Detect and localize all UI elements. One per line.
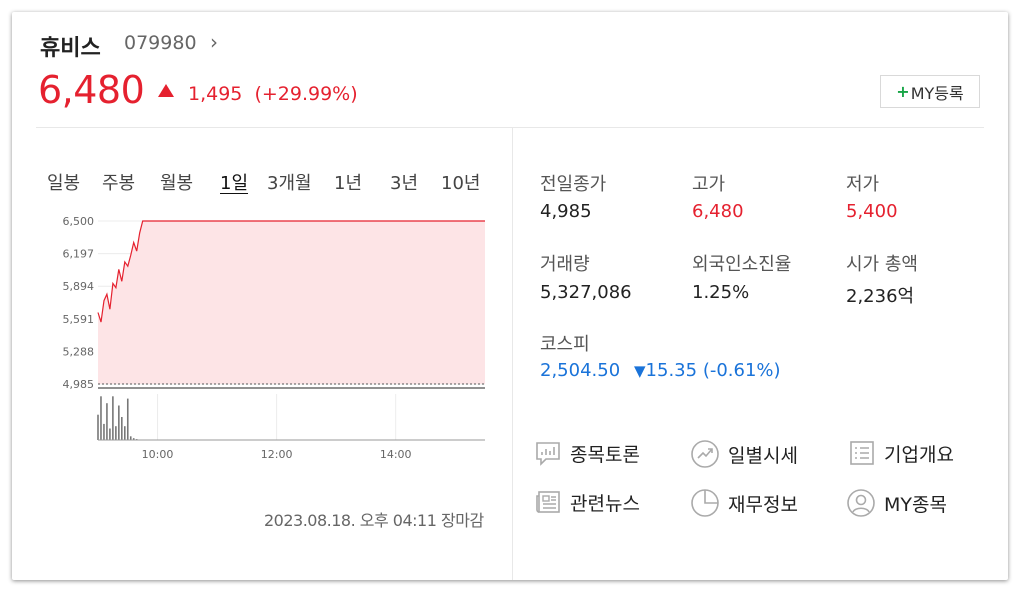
info-value-foreign-ratio: 1.25% xyxy=(692,282,750,303)
tab-daily[interactable]: 일봉 xyxy=(47,169,80,195)
link-related-news-label: 관련뉴스 xyxy=(570,492,640,515)
my-register-label: MY등록 xyxy=(910,83,964,103)
chevron-right-icon[interactable]: › xyxy=(210,30,218,54)
kospi-change: ▼15.35 (-0.61%) xyxy=(634,360,781,381)
current-price: 6,480 xyxy=(38,68,145,112)
pie-chart-icon xyxy=(691,489,719,517)
tab-3year[interactable]: 3년 xyxy=(390,169,418,195)
news-icon xyxy=(536,491,560,513)
stock-name[interactable]: 휴비스 xyxy=(40,30,101,62)
info-label-foreign-ratio: 외국인소진율 xyxy=(692,254,792,275)
tab-monthly[interactable]: 월봉 xyxy=(160,169,193,195)
kospi-value: 2,504.50 xyxy=(540,360,621,381)
up-triangle-icon xyxy=(158,84,174,97)
header-divider xyxy=(36,127,984,128)
tab-1year[interactable]: 1년 xyxy=(334,169,362,195)
plus-icon: + xyxy=(896,82,910,101)
kospi-change-amount: 15.35 xyxy=(645,360,698,381)
change-amount: 1,495 xyxy=(188,83,243,105)
x-tick-label: 12:00 xyxy=(261,448,293,461)
info-label-low: 저가 xyxy=(846,174,880,195)
tab-3month[interactable]: 3개월 xyxy=(267,169,312,195)
user-icon xyxy=(847,489,875,517)
link-daily-quotes-label: 일별시세 xyxy=(728,444,798,467)
market-close-timestamp: 2023.08.18. 오후 04:11 장마감 xyxy=(264,511,484,530)
info-value-volume: 5,327,086 xyxy=(540,282,632,303)
link-discussion[interactable]: 종목토론 xyxy=(534,439,640,467)
stock-card: 휴비스 079980 › 6,480 1,495 (+29.99%) + MY등… xyxy=(12,12,1008,580)
info-value-prev-close: 4,985 xyxy=(540,201,592,222)
price-change: 1,495 (+29.99%) xyxy=(188,83,358,105)
my-register-button[interactable]: + MY등록 xyxy=(880,75,980,108)
intraday-chart: 6,500 6,197 5,894 5,591 5,288 4,985 10:00 12:00… xyxy=(63,215,485,461)
link-my-stocks-label: MY종목 xyxy=(884,493,947,516)
price-area-fill xyxy=(98,221,485,384)
link-financial-info-label: 재무정보 xyxy=(728,493,798,516)
tab-10year[interactable]: 10년 xyxy=(441,169,480,195)
y-tick-label: 6,197 xyxy=(63,248,95,261)
link-financial-info[interactable]: 재무정보 xyxy=(690,488,798,518)
x-tick-label: 10:00 xyxy=(142,448,174,461)
kospi-label[interactable]: 코스피 xyxy=(540,330,590,356)
change-percent: (+29.99%) xyxy=(254,83,358,105)
info-value-low: 5,400 xyxy=(846,201,898,222)
x-tick-label: 14:00 xyxy=(380,448,412,461)
info-label-volume: 거래량 xyxy=(540,254,590,275)
y-tick-label: 5,591 xyxy=(63,313,95,326)
column-divider xyxy=(512,128,513,580)
info-label-market-cap: 시가 총액 xyxy=(846,254,918,275)
stock-code[interactable]: 079980 xyxy=(124,32,197,54)
link-discussion-label: 종목토론 xyxy=(570,443,640,466)
link-my-stocks[interactable]: MY종목 xyxy=(846,488,947,518)
link-company-overview-label: 기업개요 xyxy=(884,443,954,466)
link-company-overview[interactable]: 기업개요 xyxy=(848,439,954,467)
tab-1day[interactable]: 1일 xyxy=(220,169,248,195)
trend-circle-icon xyxy=(691,440,719,468)
info-label-prev-close: 전일종가 xyxy=(540,174,607,195)
info-label-high: 고가 xyxy=(692,174,726,195)
info-value-market-cap: 2,236억 xyxy=(846,286,915,307)
link-daily-quotes[interactable]: 일별시세 xyxy=(690,439,798,469)
info-value-high: 6,480 xyxy=(692,201,744,222)
y-tick-label: 4,985 xyxy=(63,378,95,391)
kospi-change-percent: (-0.61%) xyxy=(702,360,781,381)
tab-weekly[interactable]: 주봉 xyxy=(102,169,135,195)
y-tick-label: 6,500 xyxy=(63,215,95,228)
y-tick-label: 5,894 xyxy=(63,280,95,293)
link-related-news[interactable]: 관련뉴스 xyxy=(534,488,640,516)
down-triangle-icon: ▼ xyxy=(634,362,646,380)
discussion-chart-icon xyxy=(536,442,560,466)
y-tick-label: 5,288 xyxy=(63,345,95,358)
company-list-icon xyxy=(850,441,874,465)
